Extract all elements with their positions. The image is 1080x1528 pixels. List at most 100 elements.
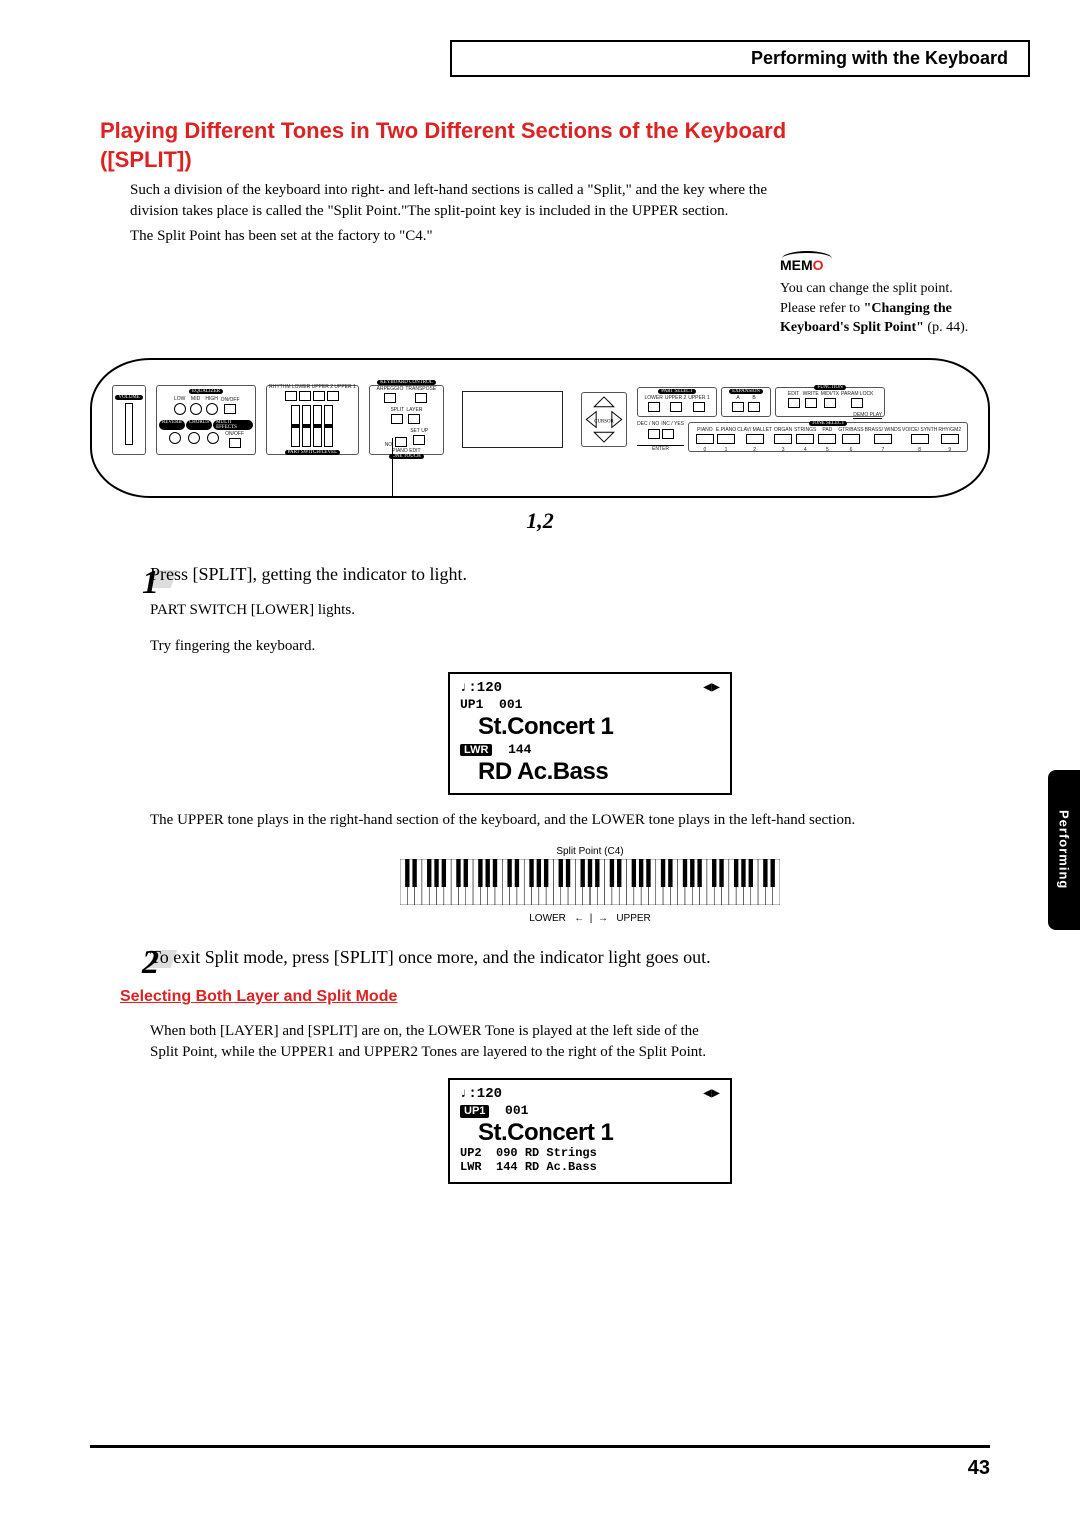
kb-label-lower: LOWER: [529, 913, 566, 924]
memo-accent: O: [813, 257, 824, 273]
label-partswitch: PART SWITCH/LEVEL: [285, 450, 341, 455]
label-split: SPLIT: [390, 407, 404, 413]
label-onoff: ON/OFF: [221, 397, 240, 403]
label-tone-rhy: RHY/GM2: [938, 427, 961, 433]
panel-keyboard-control: KEYBOARD CONTROL ARPEGGIOTRANSPOSE SPLIT…: [369, 385, 444, 455]
label-edit: EDIT: [787, 391, 801, 397]
label-b: B: [747, 395, 761, 401]
step-2-block: 2 To exit Split mode, press [SPLIT] once…: [50, 944, 1030, 974]
label-setup: SET UP: [410, 428, 428, 434]
lcd1-tempo: ♩:120: [460, 680, 502, 696]
memo-text-1: You can change the split point.: [780, 279, 1010, 299]
label-demoplay: DEMO PLAY: [853, 412, 882, 419]
kb-arrow-left-icon: ←: [574, 913, 584, 924]
memo-text-2: Please refer to "Changing the Keyboard's…: [780, 299, 1010, 338]
label-num-4: 4: [794, 447, 816, 453]
step-1-sub2: Try fingering the keyboard.: [150, 636, 1030, 657]
label-equalizer: EQUALIZER: [189, 389, 223, 394]
panel-callout: 1,2: [50, 508, 1030, 534]
label-num-5: 5: [817, 447, 837, 453]
label-layer: LAYER: [406, 407, 422, 413]
label-a: A: [731, 395, 745, 401]
lcd1-lwr-tag: LWR: [460, 744, 492, 757]
lcd2-arrows: ◀▶: [703, 1086, 720, 1102]
label-keyboardcontrol: KEYBOARD CONTROL: [377, 380, 436, 385]
label-tone-pad: PAD: [817, 427, 837, 433]
side-tab: Performing: [1048, 770, 1080, 930]
label-mid: MID: [189, 396, 203, 402]
label-num-7: 7: [865, 447, 901, 453]
lcd2-up1name: St.Concert 1: [478, 1119, 720, 1147]
step-1-after: The UPPER tone plays in the right-hand s…: [150, 810, 1030, 831]
label-lower: LOWER: [644, 395, 662, 401]
lcd-display-1: ♩:120 ◀▶ UP1 001 St.Concert 1 LWR 144 RD…: [448, 672, 732, 795]
panel-expansion: EXPANSION A B: [721, 387, 771, 417]
main-column: Playing Different Tones in Two Different…: [130, 117, 800, 251]
lcd2-up2line: 090 RD Strings: [496, 1146, 597, 1160]
label-partselect: PART SELECT: [658, 389, 696, 394]
kb-arrow-right-icon: →: [598, 913, 608, 924]
kb-label-upper: UPPER: [616, 913, 650, 924]
label-tone-organ: ORGAN: [773, 427, 793, 433]
lcd2-up2: UP2: [460, 1146, 482, 1160]
label-arpeggio: ARPEGGIO: [377, 386, 404, 392]
memo-text-2a: Please refer to: [780, 301, 864, 316]
label-onetouch: ONE TOUCH: [389, 454, 424, 459]
label-write: WRITE: [803, 391, 819, 397]
lcd2-tempo: ♩:120: [460, 1086, 502, 1102]
panel-part-select: PART SELECT LOWER UPPER 2 UPPER 1: [637, 387, 717, 417]
lcd1-up1num: 001: [499, 697, 522, 712]
label-midi: MIDI/TX: [821, 391, 839, 397]
label-onoff-2: ON/OFF: [225, 431, 244, 437]
page-number: 43: [968, 1457, 990, 1480]
step-2-number: 2: [142, 944, 159, 982]
panel-lcd: [462, 391, 563, 448]
label-expansion: EXPANSION: [729, 389, 763, 394]
label-tone-piano: PIANO: [695, 427, 715, 433]
memo-label: MEM: [780, 257, 813, 273]
label-tone-epiano: E.PIANO: [716, 427, 736, 433]
label-toneselect: TONE SELECT: [809, 421, 848, 426]
label-paramlock: PARAM LOCK: [841, 391, 873, 397]
panel-volume: VOLUME: [112, 385, 146, 455]
label-multieffects: MULTI EFFECTS: [213, 420, 253, 430]
section-para-1: Such a division of the keyboard into rig…: [130, 180, 800, 222]
instrument-panel-diagram: VOLUME EQUALIZER LOW MID HIGH ON/OFF REV…: [90, 358, 990, 498]
memo-icon: MEMO: [780, 257, 824, 273]
lcd-display-2: ♩:120 ◀▶ UP1 001 St.Concert 1 UP2 090 RD…: [448, 1078, 732, 1184]
step-1-number: 1: [142, 564, 159, 602]
label-volume: VOLUME: [115, 395, 142, 400]
label-reverb: REVERB: [159, 420, 185, 430]
label-enter: ENTER: [637, 445, 684, 452]
label-num-2: 2: [737, 447, 772, 453]
lcd2-up1-tag: UP1: [460, 1105, 489, 1118]
label-tone-strings: STRINGS: [794, 427, 816, 433]
sub-section-heading: Selecting Both Layer and Split Mode: [120, 988, 1030, 1006]
label-cursor: CURSOR: [594, 420, 614, 425]
label-upper2: UPPER 2: [665, 395, 686, 401]
lcd1-arrows: ◀▶: [703, 680, 720, 696]
memo-text-2c: (p. 44).: [924, 320, 968, 335]
step-2-instruction: To exit Split mode, press [SPLIT] once m…: [150, 944, 1030, 971]
label-high: HIGH: [205, 396, 219, 402]
panel-part-switch: RHYTHM LOWER UPPER 2 UPPER 1 PART SWITCH…: [266, 385, 359, 455]
label-upper1: UPPER 1: [688, 395, 709, 401]
label-function: FUNCTION: [814, 385, 845, 390]
step-1-instruction: Press [SPLIT], getting the indicator to …: [150, 564, 1030, 585]
panel-equalizer: EQUALIZER LOW MID HIGH ON/OFF REVERB CHO…: [156, 385, 256, 455]
label-num-1: 1: [716, 447, 736, 453]
lcd1-lwrname: RD Ac.Bass: [478, 758, 720, 786]
footer-rule: [90, 1445, 990, 1448]
section-para-2: The Split Point has been set at the fact…: [130, 226, 800, 247]
panel-function: FUNCTION EDIT WRITE MIDI/TX PARAM LOCK D…: [775, 387, 885, 417]
step-1-block: 1 Press [SPLIT], getting the indicator t…: [50, 564, 1030, 924]
label-num-8: 8: [902, 447, 937, 453]
panel-tone-select: TONE SELECT PIANO0 E.PIANO1 CLAV/ MALLET…: [688, 422, 968, 452]
lcd2-lwrline: 144 RD Ac.Bass: [496, 1160, 597, 1174]
label-transpose: TRANSPOSE: [405, 386, 436, 392]
sub-section-block: Selecting Both Layer and Split Mode When…: [150, 988, 1030, 1184]
label-num-0: 0: [695, 447, 715, 453]
lcd2-up1num: 001: [505, 1103, 528, 1118]
kb-label-splitpoint: Split Point (C4): [400, 846, 780, 857]
label-num-6: 6: [838, 447, 863, 453]
